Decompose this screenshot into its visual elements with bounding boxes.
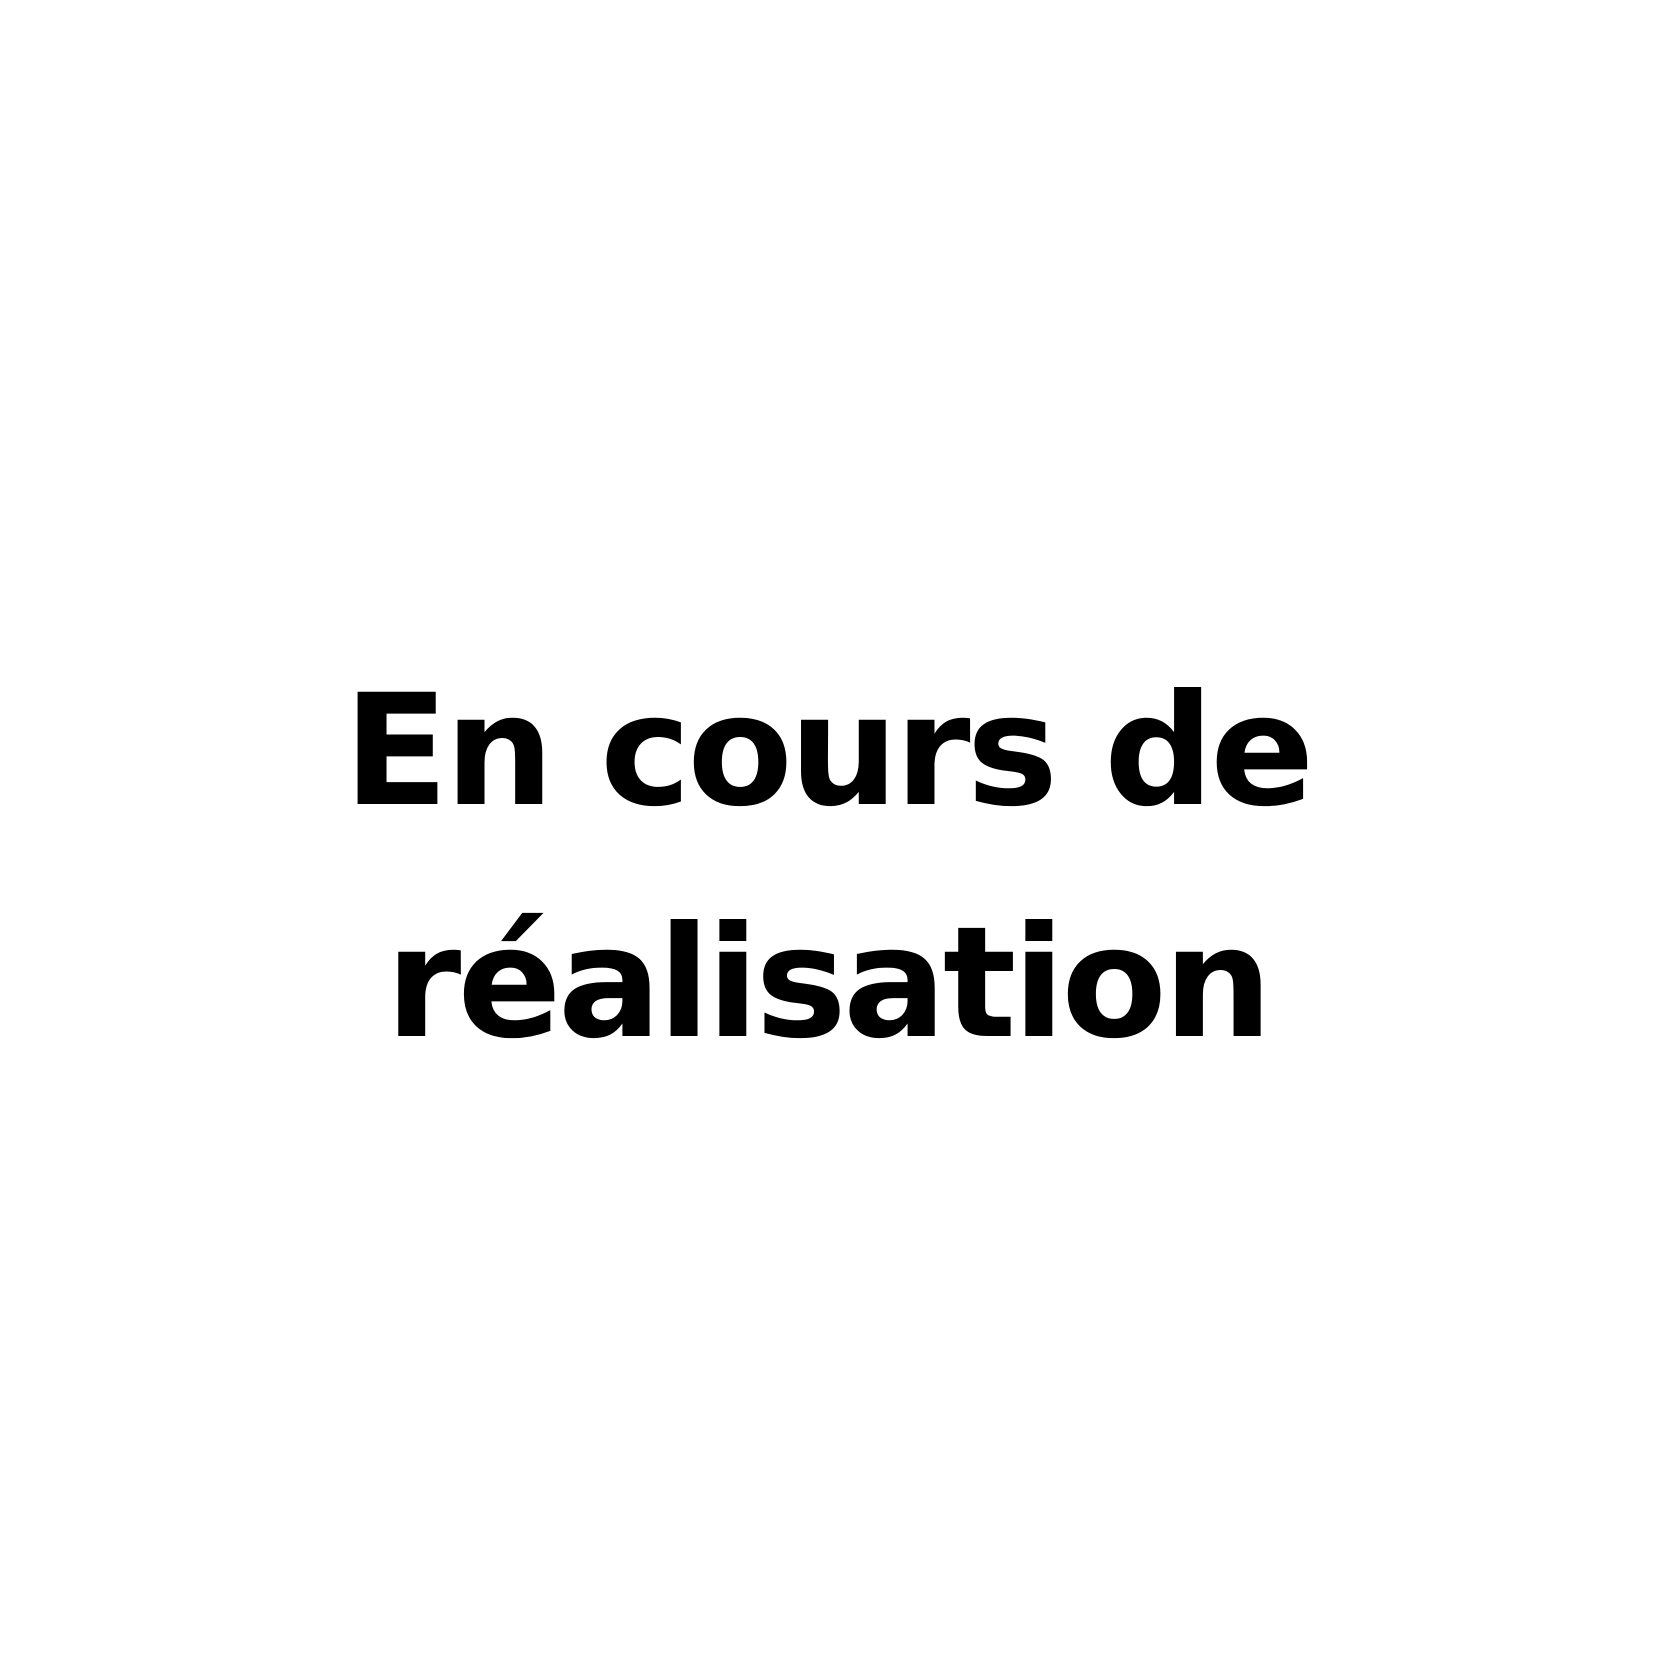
status-message: En cours de réalisation [0, 636, 1654, 1100]
status-message-line-1: En cours de [343, 662, 1314, 841]
placeholder-page: En cours de réalisation [0, 0, 1654, 1654]
status-message-line-2: réalisation [385, 894, 1272, 1073]
